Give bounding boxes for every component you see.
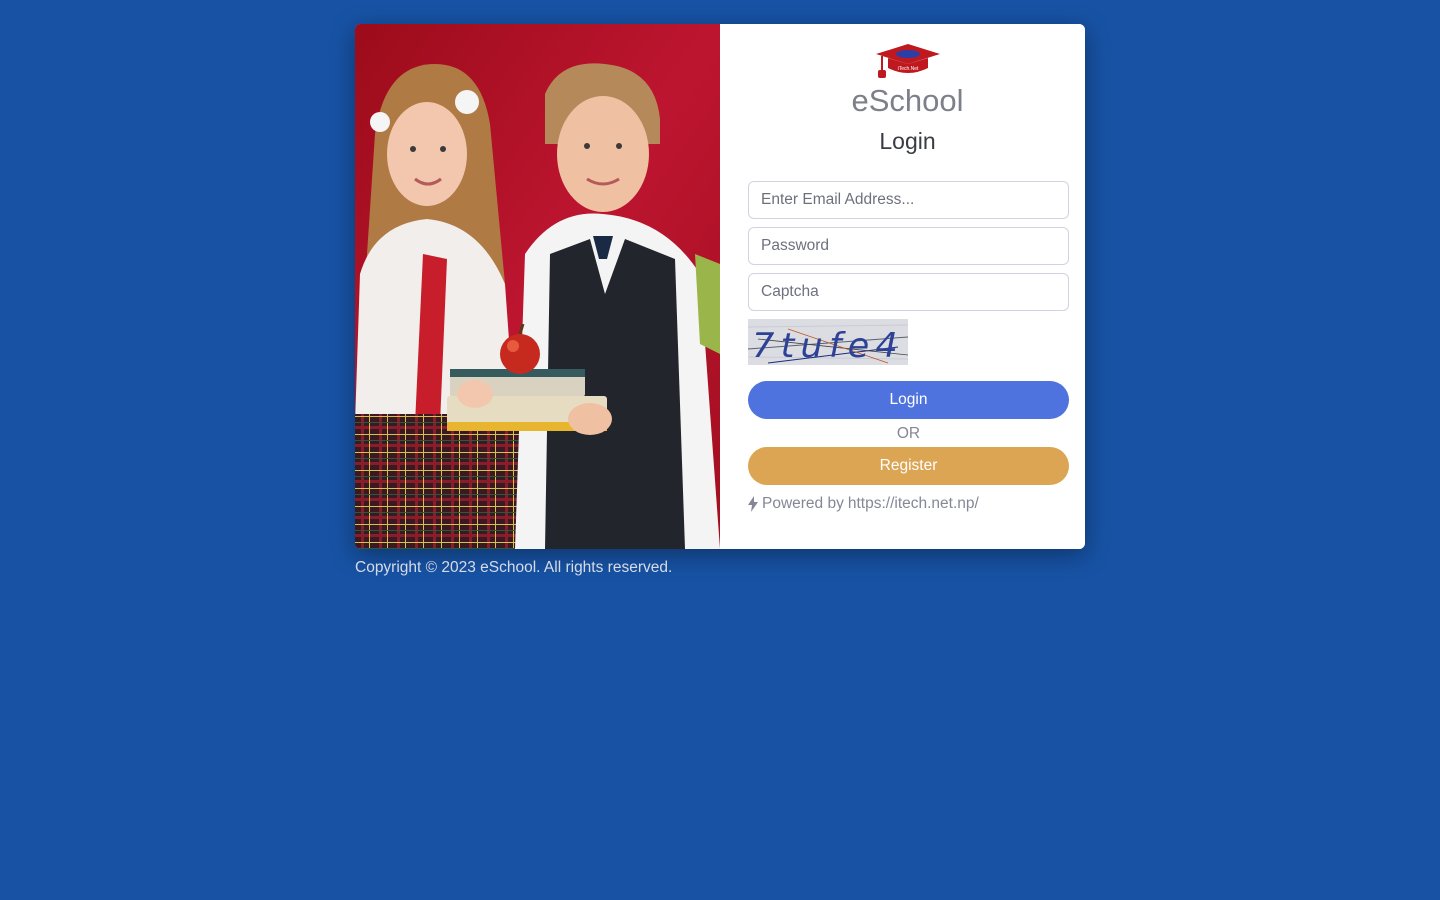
- captcha-text: 7tufe4: [752, 326, 904, 365]
- graduation-cap-icon: iTech.Net: [876, 44, 940, 78]
- copyright-text: Copyright © 2023 eSchool. All rights res…: [355, 559, 673, 576]
- page-title: Login: [879, 128, 936, 154]
- powered-by-link[interactable]: https://itech.net.np/: [848, 495, 979, 513]
- captcha-image: 7tufe4: [748, 319, 908, 365]
- register-button[interactable]: Register: [748, 447, 1069, 485]
- or-separator: OR: [896, 425, 921, 442]
- bolt-icon: [748, 496, 758, 512]
- hero-photo: [355, 24, 720, 549]
- powered-by: Powered by https://itech.net.np/: [748, 494, 979, 514]
- password-field[interactable]: [748, 227, 1069, 265]
- login-form-panel: iTech.Net eSchool Login 7tufe4 Login OR …: [720, 24, 1085, 549]
- powered-by-label: Powered by: [762, 495, 844, 512]
- logo-badge-text: iTech.Net: [898, 66, 919, 72]
- brand-name: eSchool: [851, 83, 964, 118]
- captcha-field[interactable]: [748, 273, 1069, 311]
- children-with-books-image: [355, 24, 720, 549]
- login-button[interactable]: Login: [748, 381, 1069, 419]
- login-card: iTech.Net eSchool Login 7tufe4 Login OR …: [355, 24, 1085, 549]
- email-field[interactable]: [748, 181, 1069, 219]
